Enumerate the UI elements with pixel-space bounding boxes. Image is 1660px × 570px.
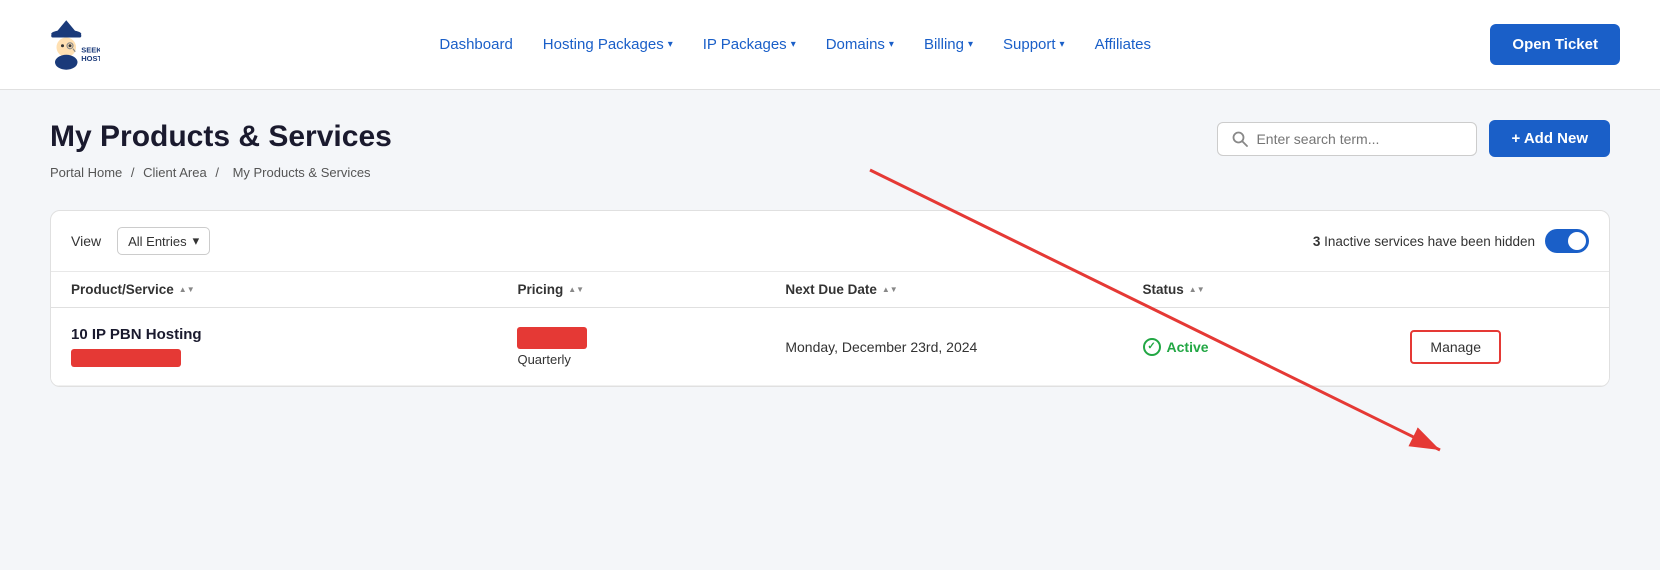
- status-cell: ✓ Active: [1143, 338, 1411, 356]
- status-label: Active: [1167, 339, 1209, 355]
- nav-billing[interactable]: Billing ▾: [924, 36, 973, 53]
- col-product-service[interactable]: Product/Service ▲▼: [71, 282, 517, 297]
- svg-text:HOST: HOST: [81, 53, 100, 62]
- logo-icon: SEEKA HOST: [40, 15, 100, 75]
- nav-ip-packages[interactable]: IP Packages ▾: [703, 36, 796, 53]
- sort-pricing: ▲▼: [568, 286, 584, 294]
- nav-affiliates[interactable]: Affiliates: [1095, 36, 1151, 53]
- nav-support[interactable]: Support ▾: [1003, 36, 1065, 53]
- ip-packages-arrow: ▾: [791, 39, 796, 50]
- action-cell: Manage: [1410, 330, 1589, 364]
- col-action: [1410, 282, 1589, 297]
- page-title: My Products & Services: [50, 120, 392, 154]
- toggle-hidden-services[interactable]: [1545, 229, 1589, 253]
- table-row: 10 IP PBN Hosting Quarterly Monday, Dece…: [51, 308, 1609, 386]
- price-period: Quarterly: [517, 352, 785, 367]
- nav-hosting-packages[interactable]: Hosting Packages ▾: [543, 36, 673, 53]
- hidden-services-text: 3 Inactive services have been hidden: [1313, 234, 1535, 249]
- open-ticket-button[interactable]: Open Ticket: [1490, 24, 1620, 65]
- billing-arrow: ▾: [968, 39, 973, 50]
- add-new-button[interactable]: + Add New: [1489, 120, 1610, 157]
- breadcrumb-current: My Products & Services: [233, 165, 371, 180]
- price-badge: [517, 327, 587, 349]
- hidden-services-info: 3 Inactive services have been hidden: [1313, 229, 1589, 253]
- logo[interactable]: SEEKA HOST: [40, 15, 100, 75]
- domains-arrow: ▾: [889, 39, 894, 50]
- view-label: View: [71, 233, 101, 249]
- search-icon: [1232, 131, 1248, 147]
- nav-dashboard[interactable]: Dashboard: [439, 36, 512, 53]
- pricing-cell: Quarterly: [517, 327, 785, 367]
- breadcrumb: Portal Home / Client Area / My Products …: [50, 165, 1610, 180]
- view-selector-group: View All Entries ▾: [71, 227, 210, 255]
- nav-domains[interactable]: Domains ▾: [826, 36, 894, 53]
- view-dropdown-arrow: ▾: [193, 233, 200, 249]
- table-header: Product/Service ▲▼ Pricing ▲▼ Next Due D…: [51, 272, 1609, 308]
- manage-button[interactable]: Manage: [1410, 330, 1501, 364]
- col-pricing[interactable]: Pricing ▲▼: [517, 282, 785, 297]
- sort-product: ▲▼: [179, 286, 195, 294]
- service-name: 10 IP PBN Hosting: [71, 326, 517, 343]
- search-input[interactable]: [1256, 131, 1462, 147]
- service-cell: 10 IP PBN Hosting: [71, 326, 517, 367]
- col-status[interactable]: Status ▲▼: [1143, 282, 1411, 297]
- view-select[interactable]: All Entries ▾: [117, 227, 210, 255]
- breadcrumb-portal-home[interactable]: Portal Home: [50, 165, 122, 180]
- main-content: My Products & Services + Add New Portal …: [0, 90, 1660, 570]
- sort-status: ▲▼: [1189, 286, 1205, 294]
- search-box[interactable]: [1217, 122, 1477, 156]
- header-actions: + Add New: [1217, 120, 1610, 157]
- page-wrapper: My Products & Services + Add New Portal …: [50, 120, 1610, 387]
- sort-date: ▲▼: [882, 286, 898, 294]
- service-progress-bar: [71, 349, 181, 367]
- page-header-row: My Products & Services + Add New: [50, 120, 1610, 157]
- col-next-due-date[interactable]: Next Due Date ▲▼: [785, 282, 1142, 297]
- hosting-packages-arrow: ▾: [668, 39, 673, 50]
- main-nav: Dashboard Hosting Packages ▾ IP Packages…: [100, 36, 1490, 53]
- status-check-icon: ✓: [1143, 338, 1161, 356]
- products-table: View All Entries ▾ 3 Inactive services h…: [50, 210, 1610, 387]
- breadcrumb-sep-2: /: [215, 165, 222, 180]
- support-arrow: ▾: [1060, 39, 1065, 50]
- breadcrumb-client-area[interactable]: Client Area: [143, 165, 207, 180]
- view-select-value: All Entries: [128, 234, 187, 249]
- view-row: View All Entries ▾ 3 Inactive services h…: [51, 211, 1609, 272]
- due-date: Monday, December 23rd, 2024: [785, 339, 1142, 355]
- breadcrumb-sep-1: /: [131, 165, 138, 180]
- site-header: SEEKA HOST Dashboard Hosting Packages ▾ …: [0, 0, 1660, 90]
